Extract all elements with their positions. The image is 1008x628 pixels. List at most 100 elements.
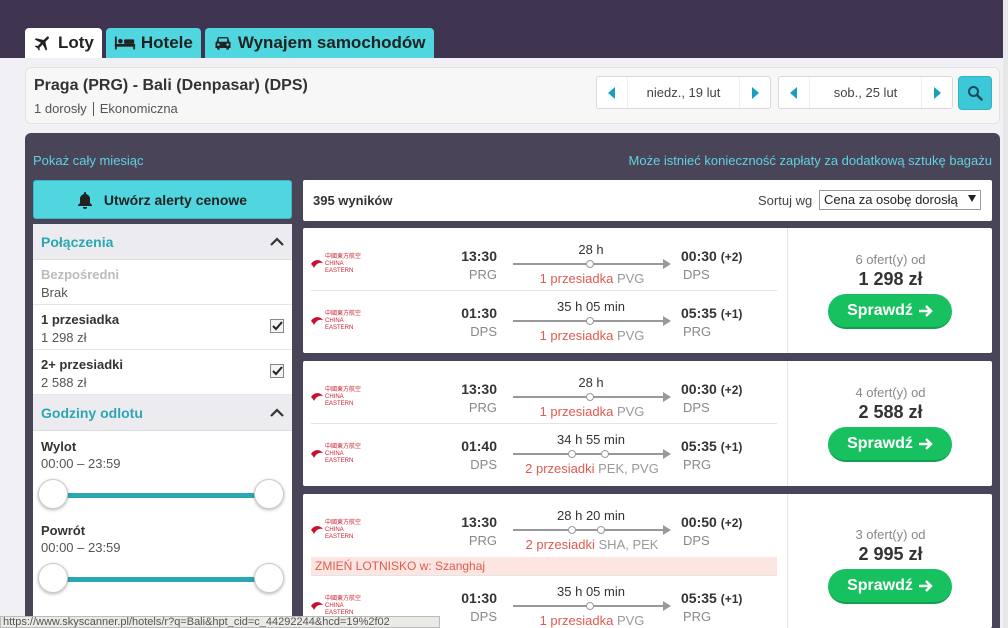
search-button[interactable]	[958, 76, 992, 110]
price: 2 588 zł	[858, 402, 923, 422]
outbound-slider-min-handle[interactable]	[38, 479, 68, 509]
airline-name: 中國東方航空 CHINA EASTERN	[325, 596, 362, 616]
tab-flights[interactable]: Loty	[25, 28, 102, 58]
filter-direct: Bezpośredni Brak	[33, 260, 292, 305]
flight-duration: 28 h 20 min	[557, 508, 625, 523]
arrival-time: 00:30	[681, 248, 717, 264]
whole-month-link[interactable]: Pokaż cały miesiąc	[33, 153, 144, 168]
china-eastern-logo-icon	[311, 256, 323, 268]
airline-name: 中國東方航空 CHINA EASTERN	[325, 311, 362, 331]
day-offset: (+2)	[720, 516, 743, 530]
route-line	[513, 449, 671, 459]
route-line	[513, 525, 671, 535]
china-eastern-logo-icon	[311, 522, 323, 534]
filter-one-stop[interactable]: 1 przesiadka 1 298 zł	[33, 305, 292, 350]
stops-count: 1 przesiadka	[539, 328, 614, 343]
return-date[interactable]: sob., 25 lut	[809, 77, 922, 108]
arrival-time: 05:35	[681, 305, 717, 321]
inbound-slider-track[interactable]	[53, 577, 272, 582]
tab-flights-label: Loty	[58, 33, 94, 52]
arrival-airport: PRG	[683, 609, 712, 624]
departure-time: 13:30	[461, 514, 497, 530]
connections-title: Połączenia	[41, 233, 114, 250]
airport-change-warning: ZMIEŃ LOTNISKO w: Szanghaj	[311, 557, 777, 575]
price-alert-button[interactable]: Utwórz alerty cenowe	[33, 180, 292, 219]
result-card[interactable]: 中國東方航空 CHINA EASTERN 13:30 PRG 28 h 1 pr…	[303, 361, 992, 486]
divider	[92, 101, 94, 116]
flight-duration: 34 h 55 min	[557, 432, 625, 447]
tab-car-hire-label: Wynajem samochodów	[237, 33, 426, 52]
departure-time: 01:30	[461, 305, 497, 321]
tab-hotels[interactable]: Hotele	[105, 28, 201, 58]
depart-date[interactable]: niedz., 19 lut	[627, 77, 740, 108]
airline-name: 中國東方航空 CHINA EASTERN	[325, 254, 362, 274]
route-line	[513, 392, 671, 402]
chevron-left-icon	[608, 86, 615, 99]
price: 2 995 zł	[858, 544, 923, 564]
arrival-time-block: 00:30 (+2)	[681, 248, 742, 264]
depart-prev-button[interactable]	[597, 77, 627, 108]
result-card[interactable]: 中國東方航空 CHINA EASTERN 13:30 PRG 28 h 20 m…	[303, 494, 992, 628]
stop-dot	[568, 526, 576, 534]
departure-airport: PRG	[468, 533, 497, 548]
departure-times-header[interactable]: Godziny odlotu	[33, 395, 292, 431]
baggage-notice-link[interactable]: Może istnieć konieczność zapłaty za doda…	[629, 153, 992, 168]
filter-one-stop-checkbox[interactable]	[270, 319, 284, 333]
check-button[interactable]: Sprawdź	[828, 569, 952, 604]
china-eastern-logo-icon	[311, 313, 323, 325]
filter-one-stop-price: 1 298 zł	[41, 330, 87, 345]
day-offset: (+2)	[720, 250, 743, 264]
filter-two-plus-checkbox[interactable]	[270, 364, 284, 378]
check-button[interactable]: Sprawdź	[828, 294, 952, 329]
product-tabs: Loty Hotele Wynajem samochodów	[25, 28, 434, 58]
inbound-label: Powrót	[41, 523, 86, 538]
departure-airport: DPS	[470, 324, 497, 339]
check-button-label: Sprawdź	[847, 301, 913, 319]
stop-dot	[586, 393, 594, 401]
price-column: 4 ofert(y) od 2 588 zł Sprawdź	[787, 361, 992, 486]
stops-info: 1 przesiadka PVG	[503, 404, 681, 419]
arrival-airport: DPS	[683, 533, 710, 548]
arrival-airport: DPS	[683, 267, 710, 282]
outbound-label: Wylot	[41, 439, 77, 454]
outbound-slider-track[interactable]	[53, 493, 272, 498]
sort-select[interactable]: Cena za osobę dorosłą	[819, 190, 981, 210]
check-button[interactable]: Sprawdź	[828, 427, 952, 462]
return-prev-button[interactable]	[779, 77, 809, 108]
car-icon	[215, 37, 231, 50]
inbound-slider-min-handle[interactable]	[38, 563, 68, 593]
departure-time: 01:30	[461, 590, 497, 606]
tab-hotels-label: Hotele	[140, 33, 193, 52]
stops-info: 1 przesiadka PVG	[503, 271, 681, 286]
outbound-leg: 中國東方航空 CHINA EASTERN 13:30 PRG 28 h 1 pr…	[303, 234, 787, 290]
stop-dot	[601, 450, 609, 458]
page-scrollbar[interactable]	[1003, 0, 1008, 628]
outbound-time-filter: Wylot 00:00 – 23:59	[33, 431, 292, 515]
return-next-button[interactable]	[922, 77, 952, 108]
arrival-time-block: 05:35 (+1)	[681, 590, 742, 606]
results-count: 395 wyników	[313, 193, 393, 208]
stops-airports: PVG	[616, 328, 645, 343]
price: 1 298 zł	[858, 269, 923, 289]
day-offset: (+1)	[720, 592, 743, 606]
stop-dot	[586, 260, 594, 268]
offers-count: 4 ofert(y) od	[855, 385, 926, 400]
filter-two-plus-stops[interactable]: 2+ przesiadki 2 588 zł	[33, 350, 292, 395]
flight-duration: 28 h	[578, 242, 604, 257]
connections-filter-header[interactable]: Połączenia	[33, 224, 292, 260]
tab-car-hire[interactable]: Wynajem samochodów	[204, 28, 434, 58]
outbound-slider-max-handle[interactable]	[254, 479, 284, 509]
outbound-range: 00:00 – 23:59	[41, 456, 121, 471]
departure-airport: PRG	[468, 400, 497, 415]
inbound-slider-max-handle[interactable]	[254, 563, 284, 593]
stops-count: 2 przesiadki	[525, 461, 595, 476]
depart-next-button[interactable]	[740, 77, 770, 108]
route-line	[513, 259, 671, 269]
site-logo[interactable]	[24, 0, 174, 8]
arrival-time-block: 00:30 (+2)	[681, 381, 742, 397]
stops-count: 1 przesiadka	[539, 271, 614, 286]
departure-time: 01:40	[461, 438, 497, 454]
flight-duration: 35 h 05 min	[557, 299, 625, 314]
stops-airports: PVG	[616, 404, 645, 419]
result-card[interactable]: 中國東方航空 CHINA EASTERN 13:30 PRG 28 h 1 pr…	[303, 228, 992, 353]
